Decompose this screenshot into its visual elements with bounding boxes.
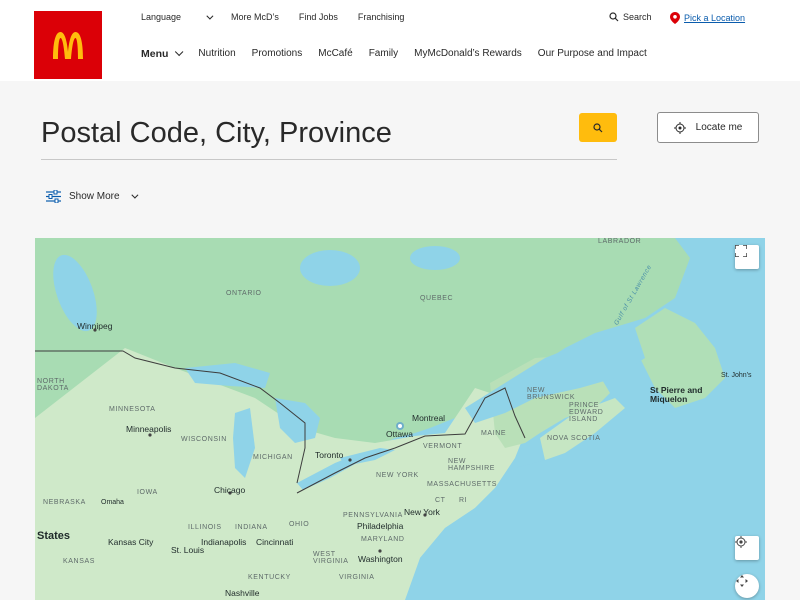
header-search-button[interactable]: Search <box>609 12 652 22</box>
pick-location-link[interactable]: Pick a Location <box>670 12 745 24</box>
show-more-filters-toggle[interactable]: Show More <box>46 190 139 203</box>
franchising-link[interactable]: Franchising <box>358 12 405 22</box>
locate-me-button[interactable]: Locate me <box>657 112 759 143</box>
map-label-pei: PRINCE EDWARD ISLAND <box>569 402 604 423</box>
language-menu[interactable]: Language <box>141 12 214 22</box>
map-label-illinois: ILLINOIS <box>188 524 222 531</box>
map-label-philadelphia: Philadelphia <box>357 521 404 531</box>
utility-nav: Language More McD’s Find Jobs Franchisin… <box>141 12 424 22</box>
chevron-down-icon <box>206 12 214 20</box>
map-label-vermont: VERMONT <box>423 443 463 450</box>
nav-mccafe[interactable]: McCafé <box>318 48 352 60</box>
fullscreen-icon <box>735 245 747 257</box>
chevron-down-icon <box>130 191 139 199</box>
map-label-cincinnati: Cincinnati <box>256 537 294 547</box>
map-label-ct: CT <box>435 497 446 504</box>
map-label-new-brunswick: NEW BRUNSWICK <box>527 387 576 401</box>
map-label-wisconsin: WISCONSIN <box>181 436 227 443</box>
map-label-montreal: Montreal <box>412 413 446 423</box>
map-label-winnipeg: Winnipeg <box>77 321 113 331</box>
map-label-kentucky: KENTUCKY <box>248 574 291 581</box>
map-label-west-virginia: WEST VIRGINIA <box>313 551 349 565</box>
map-label-indianapolis: Indianapolis <box>201 537 247 547</box>
map-label-nova-scotia: NOVA SCOTIA <box>547 435 601 442</box>
map-label-new-hampshire: NEW HAMPSHIRE <box>448 458 496 472</box>
pan-arrows-icon <box>736 575 748 587</box>
filter-sliders-icon <box>46 190 61 203</box>
menu-dropdown[interactable]: Menu <box>141 47 184 60</box>
map-label-maine: MAINE <box>481 430 507 437</box>
crosshair-icon <box>735 536 747 548</box>
map-label-st-johns: St. John's <box>721 372 752 379</box>
map-label-omaha: Omaha <box>101 499 124 506</box>
nav-rewards[interactable]: MyMcDonald’s Rewards <box>414 48 522 60</box>
map-label-indiana: INDIANA <box>235 524 268 531</box>
map-label-states: States <box>37 530 71 542</box>
map-label-washington: Washington <box>358 554 403 564</box>
nav-promotions[interactable]: Promotions <box>252 48 303 60</box>
map-pan-control[interactable] <box>735 574 759 598</box>
map-label-pennsylvania: PENNSYLVANIA <box>343 512 403 519</box>
map-label-virginia: VIRGINIA <box>339 574 375 581</box>
map-label-north-dakota: NORTH DAKOTA <box>37 378 69 392</box>
map-label-new-york-city: New York <box>404 507 440 517</box>
map-label-ri: RI <box>459 497 468 504</box>
golden-arches-icon <box>53 32 83 59</box>
map-label-toronto: Toronto <box>315 450 344 460</box>
map-label-iowa: IOWA <box>137 489 158 496</box>
main-nav: Menu Nutrition Promotions McCafé Family … <box>141 47 663 60</box>
nav-nutrition[interactable]: Nutrition <box>198 48 235 60</box>
map-label-nashville: Nashville <box>225 588 260 598</box>
more-mcds-link[interactable]: More McD’s <box>231 12 279 22</box>
mcdonalds-logo[interactable] <box>34 11 102 79</box>
chevron-down-icon <box>175 47 184 57</box>
find-jobs-link[interactable]: Find Jobs <box>299 12 338 22</box>
search-icon <box>593 122 603 132</box>
location-pin-icon <box>670 12 680 24</box>
site-header: Language More McD’s Find Jobs Franchisin… <box>0 0 800 81</box>
map-label-kansas: KANSAS <box>63 558 95 565</box>
location-search-button[interactable] <box>579 113 617 142</box>
map-label-quebec: QUEBEC <box>420 295 454 302</box>
map-label-labrador: LABRADOR <box>598 238 642 245</box>
search-icon <box>609 12 619 22</box>
map-label-ohio: OHIO <box>289 521 310 528</box>
map-label-ontario: ONTARIO <box>226 290 262 297</box>
store-locator-map[interactable]: LABRADOR ONTARIO QUEBEC Winnipeg NORTH D… <box>35 238 765 600</box>
nav-family[interactable]: Family <box>369 48 398 60</box>
postal-code-search-input[interactable] <box>41 108 617 160</box>
map-label-ottawa: Ottawa <box>386 429 413 439</box>
map-label-maryland: MARYLAND <box>361 536 405 543</box>
map-fullscreen-button[interactable] <box>735 245 759 269</box>
crosshair-icon <box>673 121 686 134</box>
map-label-kansas-city: Kansas City <box>108 537 154 547</box>
nav-purpose-impact[interactable]: Our Purpose and Impact <box>538 48 647 60</box>
map-label-st-louis: St. Louis <box>171 545 205 555</box>
map-label-michigan: MICHIGAN <box>253 454 293 461</box>
map-label-massachusetts: MASSACHUSETTS <box>427 481 498 488</box>
map-label-minnesota: MINNESOTA <box>109 406 156 413</box>
map-label-new-york-state: NEW YORK <box>376 472 419 479</box>
map-label-st-pierre-miquelon: St Pierre and Miquelon <box>650 385 703 404</box>
map-label-chicago: Chicago <box>214 485 246 495</box>
map-label-minneapolis: Minneapolis <box>126 424 172 434</box>
map-my-location-button[interactable] <box>735 536 759 560</box>
map-label-nebraska: NEBRASKA <box>43 499 86 506</box>
